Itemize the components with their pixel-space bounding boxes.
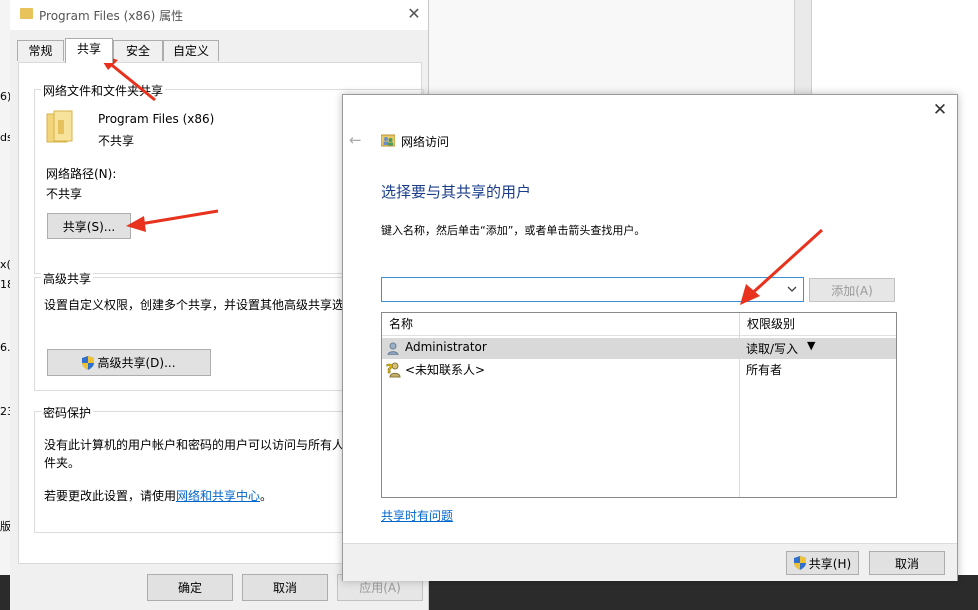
tab-general[interactable]: 常规 bbox=[17, 40, 64, 61]
back-arrow-icon[interactable]: ← bbox=[349, 131, 362, 149]
group-title: 高级共享 bbox=[41, 270, 94, 287]
background-text-fragment: 6. bbox=[0, 341, 10, 354]
properties-titlebar: Program Files (x86) 属性 ✕ bbox=[10, 0, 428, 30]
row-permission: 所有者 bbox=[746, 363, 783, 377]
dropdown-triangle-icon[interactable]: ▼ bbox=[807, 339, 815, 352]
group-title: 网络文件和文件夹共享 bbox=[41, 82, 166, 99]
background-text-fragment: 18 bbox=[0, 278, 10, 291]
dialog-title: 网络访问 bbox=[401, 135, 450, 149]
folder-icon bbox=[46, 110, 73, 143]
unknown-contact-icon: ? bbox=[386, 362, 401, 378]
share-button[interactable]: 共享(S)... bbox=[47, 213, 131, 239]
background-text-fragment: 23 bbox=[0, 405, 10, 418]
folder-icon bbox=[20, 8, 33, 19]
user-permissions-table: 名称 权限级别 Administrator 读取/写入 ▼ ? <未知联系人> … bbox=[381, 312, 897, 498]
add-button[interactable]: 添加(A) bbox=[809, 278, 895, 302]
advanced-sharing-button-label: 高级共享(D)... bbox=[97, 356, 176, 370]
tab-customize[interactable]: 自定义 bbox=[163, 40, 219, 61]
cancel-button[interactable]: 取消 bbox=[242, 574, 328, 601]
apply-button-label: 应用(A) bbox=[359, 581, 401, 595]
cancel-button-label: 取消 bbox=[272, 581, 297, 595]
column-header-name[interactable]: 名称 bbox=[382, 313, 739, 336]
folder-name: Program Files (x86) bbox=[98, 112, 215, 126]
instruction-text: 键入名称，然后单击“添加”，或者单击箭头查找用户。 bbox=[381, 224, 646, 237]
cancel-button[interactable]: 取消 bbox=[869, 551, 945, 575]
cancel-button-label: 取消 bbox=[894, 556, 919, 571]
table-row[interactable]: ? <未知联系人> 所有者 bbox=[382, 359, 896, 380]
uac-shield-icon bbox=[793, 556, 806, 570]
tab-security[interactable]: 安全 bbox=[113, 40, 163, 61]
change-setting-prefix: 若要更改此设置，请使用 bbox=[44, 489, 177, 503]
background-text-fragment: 6) bbox=[0, 90, 10, 103]
group-title: 密码保护 bbox=[41, 404, 94, 421]
sharing-trouble-link[interactable]: 共享时有问题 bbox=[381, 507, 453, 524]
change-setting-text: 若要更改此设置，请使用网络和共享中心。 bbox=[44, 487, 272, 504]
ok-button[interactable]: 确定 bbox=[147, 574, 233, 601]
share-button-label: 共享(S)... bbox=[62, 219, 116, 234]
row-permission[interactable]: 读取/写入 bbox=[746, 340, 798, 357]
advanced-sharing-description: 设置自定义权限，创建多个共享，并设置其他高级共享选 bbox=[44, 298, 345, 312]
background-text-fragment: ds bbox=[0, 131, 10, 144]
network-path-label: 网络路径(N): bbox=[46, 167, 117, 181]
svg-text:?: ? bbox=[386, 362, 393, 376]
network-users-icon bbox=[381, 134, 395, 147]
share-confirm-button[interactable]: 共享(H) bbox=[786, 551, 859, 575]
properties-title: Program Files (x86) 属性 bbox=[39, 9, 184, 23]
share-status: 不共享 bbox=[98, 134, 135, 148]
page-heading: 选择要与其共享的用户 bbox=[381, 183, 532, 201]
network-sharing-center-link[interactable]: 网络和共享中心 bbox=[176, 489, 260, 503]
background-window bbox=[429, 0, 794, 95]
background-text-fragment: 版 bbox=[0, 520, 10, 533]
ok-button-label: 确定 bbox=[177, 581, 202, 595]
dialog-footer: 共享(H) 取消 bbox=[343, 543, 957, 581]
chevron-down-icon[interactable] bbox=[786, 283, 798, 295]
change-setting-suffix: 。 bbox=[260, 489, 273, 503]
uac-shield-icon bbox=[82, 355, 95, 370]
password-description: 没有此计算机的用户帐户和密码的用户可以访问与所有人 bbox=[44, 438, 345, 452]
background-scrollbar bbox=[794, 0, 812, 95]
background-text-fragment: x( bbox=[0, 258, 10, 271]
close-icon[interactable]: ✕ bbox=[929, 99, 951, 121]
row-name: <未知联系人> bbox=[405, 363, 486, 377]
share-confirm-button-label: 共享(H) bbox=[808, 556, 852, 571]
network-access-dialog: ✕ ← 网络访问 选择要与其共享的用户 键入名称，然后单击“添加”，或者单击箭头… bbox=[342, 94, 958, 581]
user-icon bbox=[387, 342, 399, 355]
tab-sharing[interactable]: 共享 bbox=[65, 38, 113, 63]
add-button-label: 添加(A) bbox=[831, 283, 873, 298]
table-row[interactable]: Administrator 读取/写入 ▼ bbox=[382, 338, 896, 359]
column-header-permission[interactable]: 权限级别 bbox=[740, 313, 896, 336]
close-icon[interactable]: ✕ bbox=[402, 3, 426, 25]
password-description-cont: 件夹。 bbox=[44, 456, 81, 470]
network-path-value: 不共享 bbox=[46, 187, 83, 201]
user-name-combobox[interactable] bbox=[381, 277, 804, 302]
row-name: Administrator bbox=[405, 340, 487, 354]
advanced-sharing-button[interactable]: 高级共享(D)... bbox=[47, 349, 211, 376]
